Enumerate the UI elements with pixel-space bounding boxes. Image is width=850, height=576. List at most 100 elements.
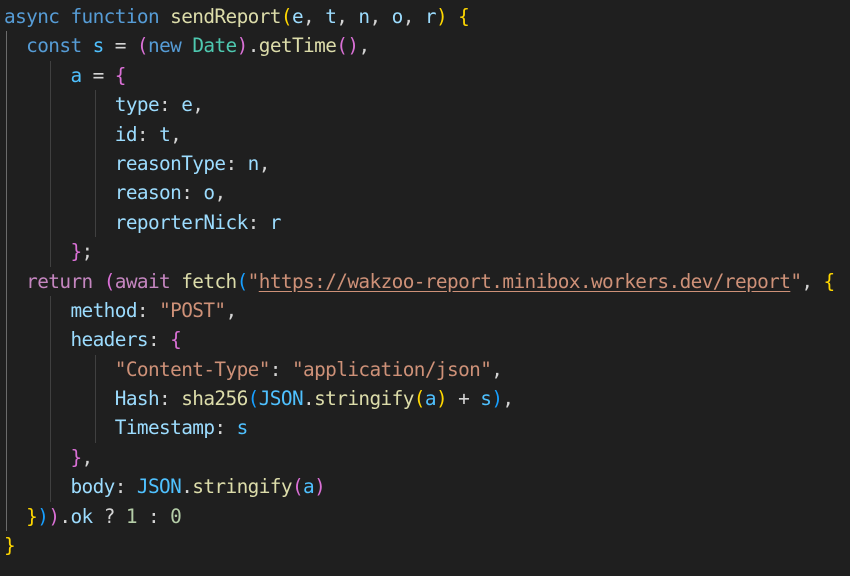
code-line[interactable]: reason: o, <box>4 178 835 207</box>
code-token: . <box>181 475 193 499</box>
code-token: , <box>402 5 425 28</box>
code-token: { <box>114 63 127 87</box>
code-token: : <box>159 93 182 117</box>
code-line[interactable]: Hash: sha256(JSON.stringify(a) + s), <box>4 384 835 413</box>
code-token: e <box>181 93 193 117</box>
code-line[interactable]: a = { <box>4 61 835 90</box>
code-token: await <box>114 269 171 293</box>
code-token: body <box>70 475 115 499</box>
code-token: ) <box>435 387 448 411</box>
code-token: } <box>26 504 38 528</box>
code-token: fetch <box>181 269 237 293</box>
code-token: new <box>148 34 182 58</box>
code-token: Timestamp <box>114 416 215 440</box>
code-token: "Content-Type" <box>114 357 271 381</box>
code-token: : <box>159 387 182 411</box>
code-line[interactable]: const s = (new Date).getTime(), <box>4 31 835 60</box>
code-token: ( <box>236 269 249 293</box>
code-token: ( <box>413 387 426 411</box>
code-token: return <box>26 269 93 293</box>
code-token: o <box>391 5 404 28</box>
code-token: , <box>170 122 182 146</box>
code-line[interactable]: reporterNick: r <box>4 208 835 237</box>
code-token: Hash <box>114 387 160 411</box>
code-token: a <box>70 63 82 87</box>
code-line[interactable]: "Content-Type": "application/json", <box>4 355 835 384</box>
code-line[interactable]: method: "POST", <box>4 296 835 325</box>
code-token: , <box>369 5 392 28</box>
code-token: a <box>424 387 437 411</box>
code-token: , <box>303 5 326 28</box>
code-token: : <box>269 357 292 381</box>
code-token: ) <box>236 34 249 58</box>
code-editor[interactable]: async function sendReport(e, t, n, o, r)… <box>0 0 850 576</box>
code-token: reason <box>114 181 182 205</box>
code-line[interactable]: headers: { <box>4 325 835 354</box>
code-token: , <box>192 93 204 117</box>
code-token: : <box>247 210 270 234</box>
code-token: . <box>303 387 315 411</box>
code-line[interactable]: body: JSON.stringify(a) <box>4 472 835 501</box>
code-line[interactable]: Timestamp: s <box>4 413 835 442</box>
code-token: , <box>258 151 271 175</box>
code-token: ( <box>136 34 149 58</box>
code-token: a <box>303 475 315 499</box>
code-token: " <box>790 269 802 293</box>
code-token: ( <box>103 269 116 293</box>
code-token: t <box>159 122 171 146</box>
code-block[interactable]: async function sendReport(e, t, n, o, r)… <box>4 2 835 560</box>
code-token: headers <box>70 328 148 352</box>
code-token: reasonType <box>114 151 226 175</box>
code-token: , <box>358 34 370 58</box>
code-token: ok <box>70 504 93 528</box>
code-token: : <box>136 298 160 322</box>
code-line[interactable]: type: e, <box>4 90 835 119</box>
code-token: : <box>136 504 171 528</box>
code-token: method <box>70 298 137 322</box>
code-line[interactable]: async function sendReport(e, t, n, o, r)… <box>4 2 835 31</box>
code-line[interactable]: return (await fetch("https://wakzoo-repo… <box>4 267 835 296</box>
code-line[interactable]: } <box>4 531 835 560</box>
code-line[interactable]: reasonType: n, <box>4 149 835 178</box>
code-token: n <box>358 5 370 28</box>
code-token: { <box>170 328 182 352</box>
code-token: r <box>269 210 282 234</box>
code-line[interactable]: }; <box>4 237 835 266</box>
code-token: : <box>147 328 171 352</box>
url-link[interactable]: https://wakzoo-report.minibox.workers.de… <box>259 270 791 293</box>
code-token: e <box>291 5 304 28</box>
code-token: = <box>103 34 137 58</box>
code-token: "POST" <box>159 298 226 322</box>
code-token: ) <box>435 5 448 28</box>
code-token: { <box>458 5 470 28</box>
code-token: , <box>81 445 94 469</box>
code-line[interactable]: }, <box>4 443 835 472</box>
code-token: ; <box>81 240 94 264</box>
code-token: ( <box>280 5 293 28</box>
code-token: , <box>491 357 503 381</box>
code-token: t <box>325 5 337 28</box>
code-token: sha256 <box>181 387 248 411</box>
code-token: ) <box>314 475 326 499</box>
code-line[interactable]: id: t, <box>4 120 835 149</box>
code-line[interactable]: })).ok ? 1 : 0 <box>4 502 835 531</box>
